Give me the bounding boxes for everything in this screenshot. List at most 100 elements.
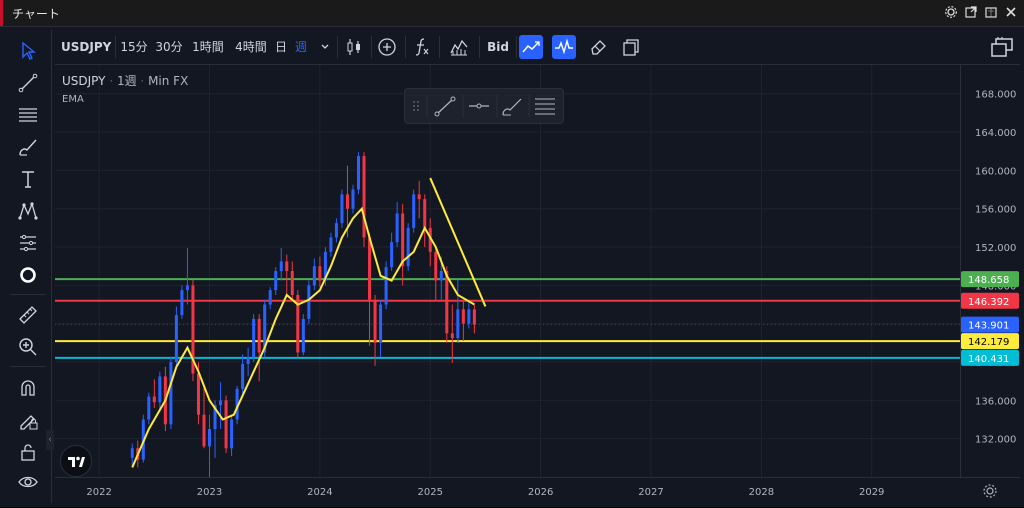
toolbar-divider xyxy=(371,36,372,58)
candle-body xyxy=(417,194,421,200)
close-icon[interactable] xyxy=(1004,4,1018,20)
candle-body xyxy=(174,315,178,363)
interval-day[interactable]: 日 xyxy=(274,30,288,64)
candle-body xyxy=(461,309,465,324)
toolbar-divider xyxy=(479,36,480,58)
candle-body xyxy=(340,194,344,224)
interval-dropdown-chevron-icon[interactable] xyxy=(320,30,330,64)
candle-body xyxy=(467,309,471,324)
time-tick-label: 2025 xyxy=(418,487,443,498)
time-axis-svg: 2022 2023 2024 2025 2026 2027 2028 2029 xyxy=(86,484,997,498)
chart-legend: USDJPY · 1週 · Min FX xyxy=(62,74,189,88)
collapse-toolbar-handle[interactable]: ‹ xyxy=(46,430,54,450)
pattern-tool-icon[interactable] xyxy=(17,200,39,222)
trendline-tool-icon[interactable] xyxy=(17,72,39,94)
time-tick-label: 2029 xyxy=(859,487,884,498)
popout-icon[interactable] xyxy=(964,4,978,20)
price-axis[interactable]: 168.000164.000160.000156.000152.000148.0… xyxy=(960,65,1021,477)
toolbar-divider xyxy=(115,36,116,58)
zoom-in-icon[interactable] xyxy=(17,336,39,358)
chart-type-wave-icon[interactable] xyxy=(552,35,576,59)
compare-add-icon[interactable] xyxy=(375,35,399,59)
toolbar-divider xyxy=(10,366,46,367)
axis-settings-gear-icon[interactable] xyxy=(983,484,997,498)
price-tick-label: 168.000 xyxy=(975,90,1016,101)
toolbar-divider xyxy=(10,294,46,295)
legend-symbol: USDJPY xyxy=(62,74,106,88)
candle-body xyxy=(390,242,394,268)
text-tool-icon[interactable] xyxy=(17,168,39,190)
quick-trendline-icon[interactable] xyxy=(434,96,456,117)
candle-body xyxy=(158,376,162,403)
candle-body xyxy=(356,156,361,190)
magnet-icon[interactable] xyxy=(17,377,39,399)
price-level-badge-label: 143.901 xyxy=(968,321,1009,332)
maximize-icon[interactable] xyxy=(984,4,998,20)
candle-body xyxy=(230,419,234,449)
toolbar-divider xyxy=(337,36,338,58)
lock-drawing-pencil-icon[interactable] xyxy=(17,409,39,431)
tradingview-logo[interactable] xyxy=(60,445,92,477)
candle-body xyxy=(130,448,134,458)
prediction-tool-icon[interactable] xyxy=(17,232,39,254)
interval-30m[interactable]: 30分 xyxy=(154,30,184,64)
copy-layout-icon[interactable] xyxy=(619,35,643,59)
chart-type-line-icon[interactable] xyxy=(519,35,543,59)
ruler-icon[interactable] xyxy=(17,304,39,326)
cursor-icon[interactable] xyxy=(17,40,39,62)
candle-body xyxy=(318,266,322,281)
quick-horizontal-line-icon[interactable] xyxy=(469,103,489,109)
candle-body xyxy=(406,227,410,267)
interval-1h[interactable]: 1時間 xyxy=(189,30,227,64)
chart-toolbar: USDJPY 15分 30分 1時間 4時間 日 週 Bid xyxy=(55,30,1020,65)
shape-tool-icon[interactable] xyxy=(17,264,39,286)
quick-fib-icon[interactable] xyxy=(535,98,555,115)
price-level-badge-label: 140.431 xyxy=(968,354,1009,365)
candle-body xyxy=(439,271,443,281)
candle-body xyxy=(257,318,261,353)
time-tick-label: 2028 xyxy=(749,487,774,498)
candle-body xyxy=(362,156,366,238)
unlock-icon[interactable] xyxy=(17,441,39,463)
indicators-fx-icon[interactable] xyxy=(410,35,434,59)
templates-icon[interactable] xyxy=(447,35,471,59)
interval-15m[interactable]: 15分 xyxy=(119,30,149,64)
chart-window: チャート ‹ USDJPY 15分 30分 1時間 4時間 日 週 Bid US… xyxy=(0,0,1024,507)
fib-tool-icon[interactable] xyxy=(17,104,39,126)
candle-body xyxy=(196,373,200,415)
drag-handle-icon[interactable] xyxy=(413,101,419,111)
indicator-ema-label[interactable]: EMA xyxy=(62,94,84,105)
symbol-button[interactable]: USDJPY xyxy=(61,30,111,64)
candle-body xyxy=(379,304,383,343)
candle-body xyxy=(202,414,206,447)
candle-body xyxy=(147,396,151,420)
price-chart-svg xyxy=(55,65,960,477)
price-tick-label: 152.000 xyxy=(975,243,1016,254)
visibility-eye-icon[interactable] xyxy=(17,471,39,493)
candle-body xyxy=(401,213,405,267)
titlebar-accent xyxy=(0,0,3,26)
candle-body xyxy=(219,400,223,406)
quick-brush-icon[interactable] xyxy=(502,98,522,116)
toolbar-divider xyxy=(439,36,440,58)
legend-interval: 1週 xyxy=(116,74,137,88)
interval-week[interactable]: 週 xyxy=(294,30,308,64)
candle-body xyxy=(450,333,454,339)
layout-toggle-icon[interactable] xyxy=(989,34,1015,60)
candle-body xyxy=(373,299,377,343)
price-tick-label: 156.000 xyxy=(975,205,1016,216)
time-tick-label: 2024 xyxy=(307,487,332,498)
price-source-button[interactable]: Bid xyxy=(485,30,511,64)
time-axis[interactable]: 2022 2023 2024 2025 2026 2027 2028 2029 xyxy=(55,477,1020,504)
clear-drawings-eraser-icon[interactable] xyxy=(586,35,610,59)
price-tick-label: 132.000 xyxy=(975,435,1016,446)
settings-icon[interactable] xyxy=(944,4,958,20)
interval-4h[interactable]: 4時間 xyxy=(232,30,270,64)
candle-body xyxy=(290,271,294,295)
candle-body xyxy=(445,271,449,334)
candle-body xyxy=(434,251,438,281)
candle-body xyxy=(329,237,333,252)
candle-style-icon[interactable] xyxy=(342,35,366,59)
chart-pane[interactable] xyxy=(55,65,960,477)
brush-tool-icon[interactable] xyxy=(17,136,39,158)
